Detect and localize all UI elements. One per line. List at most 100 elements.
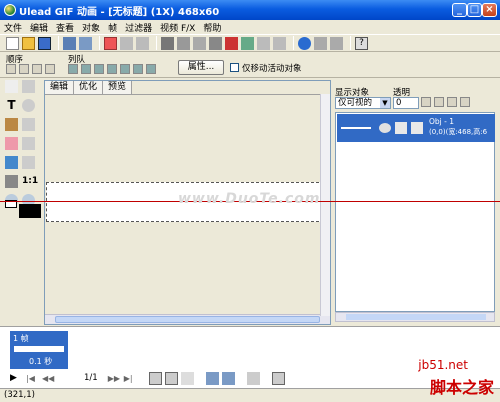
copy-icon[interactable]	[177, 36, 190, 50]
copy-object-icon[interactable]	[434, 97, 444, 107]
show-objects-select[interactable]: 仅可视的 ▼	[335, 97, 391, 109]
transparency-input[interactable]: 0	[393, 97, 419, 109]
foreground-color-swatch[interactable]	[19, 204, 41, 218]
app-icon	[4, 4, 16, 16]
preview-icon[interactable]	[314, 36, 327, 50]
paste-icon[interactable]	[193, 36, 206, 50]
minimize-button[interactable]: _	[452, 3, 467, 17]
object-props-icon[interactable]	[460, 97, 470, 107]
frame-label: 1 帧	[13, 334, 29, 343]
menu-object[interactable]: 对象	[82, 21, 100, 34]
tool-palette: T 1:1	[3, 78, 41, 218]
align-top-icon[interactable]	[107, 64, 117, 74]
canvas-vertical-scrollbar[interactable]	[320, 94, 330, 316]
eyedropper-icon[interactable]	[5, 175, 18, 188]
menu-view[interactable]: 查看	[56, 21, 74, 34]
select-icon[interactable]	[22, 80, 35, 93]
brush-icon[interactable]	[5, 118, 18, 131]
site-name: 脚本之家	[429, 378, 494, 397]
next-frame-icon[interactable]: ▶▶	[108, 372, 121, 385]
add-frame-icon[interactable]	[63, 36, 76, 50]
menu-filter[interactable]: 过滤器	[125, 21, 152, 34]
main-toolbar: ?	[0, 34, 500, 52]
frame-props-icon[interactable]	[271, 371, 285, 385]
status-coords: (321,1)	[4, 390, 35, 400]
redo-icon[interactable]	[136, 36, 149, 50]
play-icon[interactable]: ▶	[10, 372, 23, 385]
object-panel: 显示对象 透明 仅可视的 ▼ 0 Obj - 1 (0,0)(宽:468,高:6	[333, 80, 497, 325]
prev-frame-icon[interactable]: ◀◀	[42, 372, 55, 385]
flip-icon[interactable]	[273, 36, 286, 50]
move-active-checkbox[interactable]	[230, 63, 239, 72]
undo-icon[interactable]	[120, 36, 133, 50]
maximize-button[interactable]: □	[467, 3, 482, 17]
crop-tool-icon[interactable]	[22, 156, 35, 169]
menu-file[interactable]: 文件	[4, 21, 22, 34]
site-url: jb51.net	[418, 358, 468, 372]
toolbar-separator	[200, 371, 202, 385]
text-tool-icon[interactable]: T	[5, 99, 18, 112]
tab-edit[interactable]: 编辑	[45, 81, 75, 94]
help-cursor-icon[interactable]: ?	[355, 36, 368, 50]
first-frame-icon[interactable]: |◀	[26, 372, 39, 385]
record-icon[interactable]	[225, 36, 238, 50]
lock-icon[interactable]	[395, 122, 407, 134]
canvas-horizontal-scrollbar[interactable]	[45, 314, 330, 324]
toolbar-separator	[266, 371, 268, 385]
cut-icon[interactable]	[161, 36, 174, 50]
tab-preview[interactable]: 预览	[103, 81, 133, 94]
object-horizontal-scrollbar[interactable]	[335, 312, 495, 322]
menu-frame[interactable]: 帧	[108, 21, 117, 34]
align-right-icon[interactable]	[94, 64, 104, 74]
tab-optimize[interactable]: 优化	[74, 81, 104, 94]
save-icon[interactable]	[38, 36, 51, 50]
align-center-icon[interactable]	[81, 64, 91, 74]
tween-icon[interactable]	[205, 371, 219, 385]
menu-help[interactable]: 帮助	[203, 21, 221, 34]
delete-frame-icon[interactable]	[180, 371, 194, 385]
reverse-icon[interactable]	[246, 371, 260, 385]
align-left-icon[interactable]	[68, 64, 78, 74]
frame-thumbnail[interactable]: 1 帧 0.1 秒	[10, 331, 68, 369]
open-folder-icon[interactable]	[22, 36, 35, 50]
object-thumbnail	[341, 127, 371, 129]
bring-front-icon[interactable]	[6, 64, 16, 74]
bring-forward-icon[interactable]	[19, 64, 29, 74]
toolbar-separator	[350, 36, 351, 50]
visibility-eye-icon[interactable]	[379, 123, 391, 133]
distribute-icon[interactable]	[146, 64, 156, 74]
delete-object-icon[interactable]	[447, 97, 457, 107]
properties-button[interactable]: 属性...	[178, 60, 224, 75]
send-backward-icon[interactable]	[32, 64, 42, 74]
align-middle-icon[interactable]	[120, 64, 130, 74]
list-item[interactable]: Obj - 1 (0,0)(宽:468,高:6	[337, 114, 495, 142]
eraser-icon[interactable]	[5, 137, 18, 150]
pointer-icon[interactable]	[5, 80, 18, 93]
fill-icon[interactable]	[5, 156, 18, 169]
duplicate-frame-icon[interactable]	[164, 371, 178, 385]
menu-video-fx[interactable]: 视频 F/X	[160, 21, 195, 34]
paint-icon[interactable]	[104, 36, 117, 50]
last-frame-icon[interactable]: ▶|	[124, 372, 137, 385]
toolbar-separator	[241, 371, 243, 385]
globe-icon[interactable]	[298, 36, 311, 50]
menu-bar: 文件 编辑 查看 对象 帧 过滤器 视频 F/X 帮助	[0, 20, 500, 34]
lasso-icon[interactable]	[22, 118, 35, 131]
magic-wand-icon[interactable]	[22, 137, 35, 150]
crop-icon[interactable]	[241, 36, 254, 50]
ellipse-select-icon[interactable]	[22, 99, 35, 112]
add-frame-button-icon[interactable]	[148, 371, 162, 385]
align-bottom-icon[interactable]	[133, 64, 143, 74]
add-image-icon[interactable]	[79, 36, 92, 50]
delete-icon[interactable]	[257, 36, 270, 50]
actual-size-icon[interactable]: 1:1	[22, 175, 38, 188]
optimize-icon[interactable]	[330, 36, 343, 50]
send-back-icon[interactable]	[45, 64, 55, 74]
new-file-icon[interactable]	[6, 36, 19, 50]
close-button[interactable]: ×	[482, 3, 497, 17]
menu-edit[interactable]: 编辑	[30, 21, 48, 34]
duplicate-icon[interactable]	[209, 36, 222, 50]
new-object-icon[interactable]	[421, 97, 431, 107]
toolbar-separator	[293, 36, 294, 50]
banner-text-icon[interactable]	[221, 371, 235, 385]
